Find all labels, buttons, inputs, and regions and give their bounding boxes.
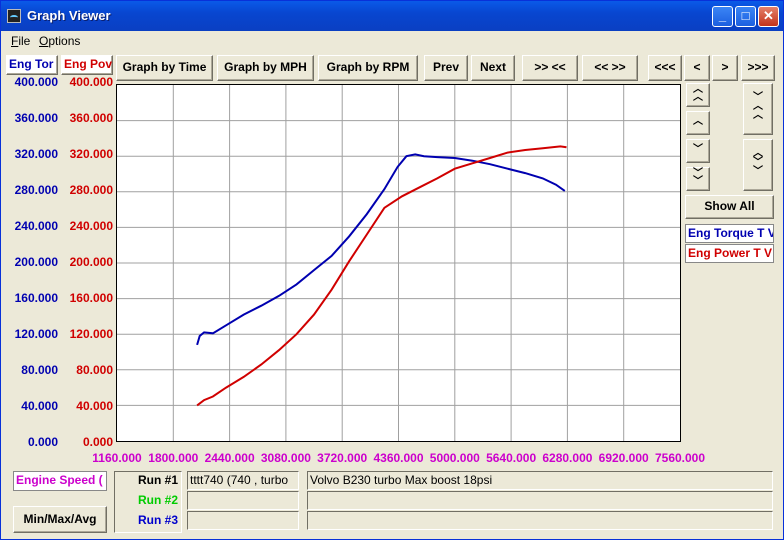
y-expand-button[interactable]: ﹀ ︿ ︿ — [743, 83, 773, 135]
scroll-far-left-button[interactable]: <<< — [648, 55, 682, 81]
prev-button[interactable]: Prev — [424, 55, 468, 81]
scroll-right-button[interactable]: > — [712, 55, 738, 81]
run-3-description[interactable] — [307, 511, 773, 530]
run-1-description[interactable]: Volvo B230 turbo Max boost 18psi — [307, 471, 773, 490]
x-tick-label: 7560.000 — [654, 451, 706, 465]
chart-svg — [117, 85, 680, 441]
legend-torque[interactable]: Eng Torque T V — [685, 224, 774, 243]
power-tick-label: 80.000 — [76, 363, 113, 377]
next-button[interactable]: Next — [471, 55, 515, 81]
scroll-far-right-button[interactable]: >>> — [741, 55, 775, 81]
power-tick-label: 0.000 — [82, 435, 113, 449]
power-tick-label: 240.000 — [69, 219, 113, 233]
power-axis-header[interactable]: Eng Pov — [61, 55, 113, 75]
torque-axis-header[interactable]: Eng Tor — [6, 55, 58, 75]
x-channel-field[interactable]: Engine Speed ( — [13, 471, 107, 491]
torque-series-line — [196, 153, 566, 346]
torque-tick-label: 0.000 — [27, 435, 58, 449]
graph-by-rpm-button[interactable]: Graph by RPM — [318, 55, 418, 81]
torque-tick-label: 40.000 — [21, 399, 58, 413]
power-tick-label: 120.000 — [69, 327, 113, 341]
close-button[interactable]: ✕ — [758, 6, 779, 27]
run-labels-frame — [114, 471, 182, 533]
window-title: Graph Viewer — [27, 8, 111, 23]
show-all-button[interactable]: Show All — [685, 195, 774, 219]
run-3-file[interactable] — [187, 511, 299, 530]
power-tick-label: 200.000 — [69, 255, 113, 269]
y-scroll-down-button[interactable]: ﹀ — [686, 139, 710, 163]
graph-by-time-button[interactable]: Graph by Time — [116, 55, 213, 81]
power-tick-label: 320.000 — [69, 147, 113, 161]
min-max-avg-button[interactable]: Min/Max/Avg — [13, 506, 107, 533]
run-2-description[interactable] — [307, 491, 773, 510]
torque-tick-label: 80.000 — [21, 363, 58, 377]
torque-tick-label: 240.000 — [14, 219, 58, 233]
maximize-button[interactable]: □ — [735, 6, 756, 27]
power-tick-label: 40.000 — [76, 399, 113, 413]
torque-tick-label: 200.000 — [14, 255, 58, 269]
power-tick-label: 280.000 — [69, 183, 113, 197]
graph-app-icon — [7, 9, 21, 23]
run-2-file[interactable] — [187, 491, 299, 510]
graph-by-mph-button[interactable]: Graph by MPH — [217, 55, 314, 81]
power-tick-label: 400.000 — [69, 75, 113, 89]
y-scroll-up-button[interactable]: ︿ — [686, 111, 710, 135]
power-tick-label: 360.000 — [69, 111, 113, 125]
run-1-file[interactable]: tttt740 (740 , turbo — [187, 471, 299, 490]
zoom-in-button[interactable]: >> << — [522, 55, 578, 81]
menu-file[interactable]: File — [11, 34, 30, 48]
menu-bar: File Options — [1, 31, 783, 51]
minimize-button[interactable]: _ — [712, 6, 733, 27]
y-compress-button[interactable]: ︿ ﹀ ﹀ — [743, 139, 773, 191]
legend-power[interactable]: Eng Power T V — [685, 244, 774, 263]
torque-tick-label: 400.000 — [14, 75, 58, 89]
menu-options[interactable]: Options — [39, 34, 80, 48]
torque-tick-label: 320.000 — [14, 147, 58, 161]
graph-viewer-window: Graph Viewer _ □ ✕ File Options Eng Tor … — [0, 0, 784, 540]
power-tick-label: 160.000 — [69, 291, 113, 305]
torque-tick-label: 120.000 — [14, 327, 58, 341]
title-bar[interactable]: Graph Viewer _ □ ✕ — [1, 1, 783, 31]
plot-area[interactable] — [116, 84, 681, 442]
torque-tick-label: 160.000 — [14, 291, 58, 305]
zoom-out-button[interactable]: << >> — [582, 55, 638, 81]
y-scroll-down-fast-button[interactable]: ﹀ ﹀ — [686, 167, 710, 191]
torque-tick-label: 360.000 — [14, 111, 58, 125]
scroll-left-button[interactable]: < — [684, 55, 710, 81]
y-scroll-up-fast-button[interactable]: ︿ ︿ — [686, 83, 710, 107]
torque-tick-label: 280.000 — [14, 183, 58, 197]
